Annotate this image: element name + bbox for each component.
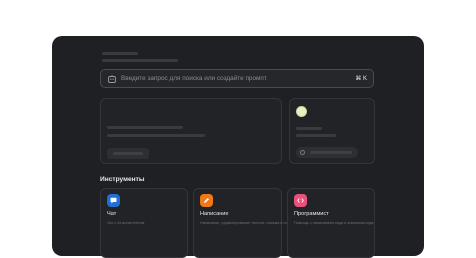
tool-label: Написание [200, 211, 229, 217]
header-skeleton-subtitle [102, 59, 178, 62]
skeleton-line [296, 127, 322, 130]
search-bar[interactable]: Введите запрос для поиска или создайте п… [100, 69, 374, 88]
avatar [296, 106, 307, 117]
search-input[interactable]: Введите запрос для поиска или создайте п… [121, 74, 267, 84]
tools-section-title: Инструменты [100, 176, 145, 183]
skeleton-card-main [100, 98, 282, 164]
skeleton-line [107, 126, 183, 129]
tool-label: Чат [107, 211, 117, 217]
tool-card-writing[interactable]: Написание Написание, редактирование текс… [193, 188, 295, 258]
pen-icon [200, 194, 213, 207]
skeleton-line [296, 134, 336, 137]
tool-description: Чат с AI-ассистентом [107, 221, 145, 225]
skeleton-button [107, 148, 149, 159]
tool-description: Написание, редактирование текстов, письм… [200, 221, 296, 225]
skeleton-card-profile [289, 98, 375, 164]
skeleton-chip [296, 147, 358, 158]
code-icon [294, 194, 307, 207]
tool-description: Помощь с написанием кода и анализом кода [294, 221, 374, 225]
shortcut-hint: ⌘ K [355, 76, 367, 82]
chat-icon [107, 194, 120, 207]
header-skeleton-title [102, 52, 138, 55]
tool-card-chat[interactable]: Чат Чат с AI-ассистентом [100, 188, 188, 258]
tool-label: Программист [294, 211, 329, 217]
skeleton-line [107, 134, 205, 137]
bot-icon [108, 75, 116, 83]
main-panel: Введите запрос для поиска или создайте п… [52, 36, 424, 258]
tool-card-programmer[interactable]: Программист Помощь с написанием кода и а… [287, 188, 375, 258]
